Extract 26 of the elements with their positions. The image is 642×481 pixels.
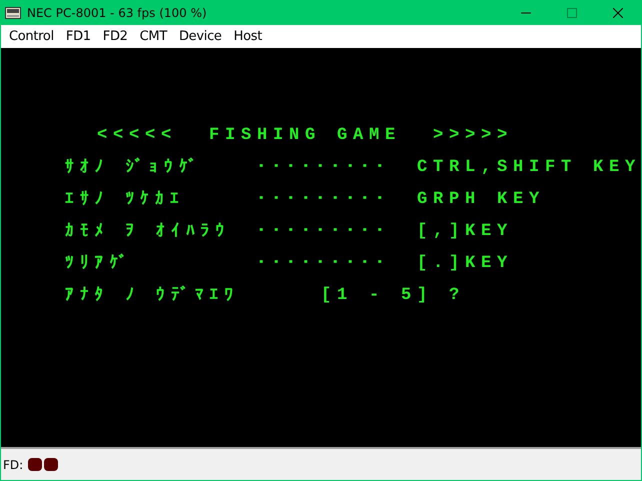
dot-leader: ･････････ xyxy=(257,254,392,274)
control-label: ｴｻﾉ ﾂｹｶｴ xyxy=(65,189,186,210)
window-title: NEC PC-8001 - 63 fps (100 %) xyxy=(27,6,208,20)
close-icon xyxy=(613,8,623,18)
menu-item[interactable]: FD2 xyxy=(96,29,134,44)
key-name: GRPH KEY xyxy=(417,190,546,208)
key-name: [,]KEY xyxy=(417,222,514,240)
range-prompt: [1 - 5] ? xyxy=(321,286,466,304)
game-title: <<<<< FISHING GAME >>>>> xyxy=(97,126,514,144)
key-name: CTRL,SHIFT KEY xyxy=(416,158,641,176)
menu-item[interactable]: FD1 xyxy=(60,29,97,44)
maximize-icon xyxy=(567,8,577,18)
dot-leader: ･････････ xyxy=(257,190,392,210)
control-label: ｻｵﾉ ｼﾞｮｳｹﾞ xyxy=(65,156,204,178)
key-name: [.]KEY xyxy=(417,254,514,272)
drive-label: FD: xyxy=(3,458,24,472)
menu-item[interactable]: Control xyxy=(3,29,60,44)
dot-leader: ･････････ xyxy=(257,222,392,242)
control-label: ｶﾓﾒ ｦ ｵｲﾊﾗｳ xyxy=(65,222,232,242)
prompt-text: ｱﾅﾀ ﾉ ｳﾃﾞﾏｴﾜ xyxy=(65,284,240,306)
menu-item[interactable]: CMT xyxy=(134,29,173,44)
menu-item[interactable]: Host xyxy=(228,29,268,44)
dot-leader: ･････････ xyxy=(256,158,392,178)
control-label: ﾂﾘｱｹﾞ xyxy=(65,252,134,274)
menu-item[interactable]: Device xyxy=(172,29,228,44)
app-icon xyxy=(5,6,21,18)
